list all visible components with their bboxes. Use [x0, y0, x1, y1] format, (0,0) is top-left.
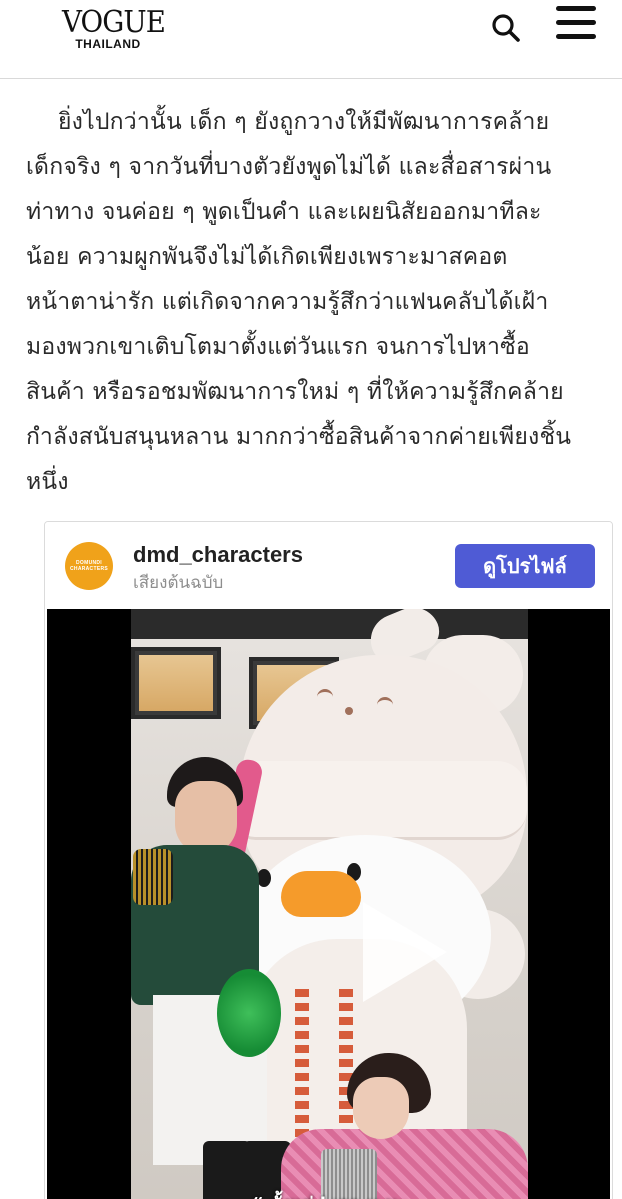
account-username[interactable]: dmd_characters: [133, 542, 303, 568]
article-line: หน้าตาน่ารัก แต่เกิดจากความรู้สึกว่าแฟนค…: [26, 289, 549, 315]
article-body: ยิ่งไปกว่านั้น เด็ก ๆ ยังถูกวางให้มีพัฒน…: [26, 100, 601, 505]
article-line: กำลังสนับสนุนหลาน มากกว่าซื้อสินค้าจากค่…: [26, 424, 572, 450]
logo-wordmark: VOGUE: [62, 5, 166, 40]
article-line: ท่าทาง จนค่อย ๆ พูดเป็นคำ และเผยนิสัยออก…: [26, 199, 542, 225]
vogue-thailand-logo[interactable]: VOGUE THAILAND: [58, 5, 166, 51]
video-scene-window: [131, 647, 221, 719]
article-line: หนึ่ง: [26, 469, 69, 495]
page: VOGUE THAILAND ยิ่งไปกว่านั้น เด็ก ๆ ยัง…: [0, 0, 622, 1199]
article-line: สินค้า หรือรอชมพัฒนาการใหม่ ๆ ที่ให้ความ…: [26, 379, 564, 405]
duck-eye: [257, 869, 271, 887]
person-face: [353, 1077, 409, 1139]
search-icon: [492, 14, 520, 42]
article-line: ยิ่งไปกว่านั้น เด็ก ๆ ยังถูกวางให้มีพัฒน…: [58, 109, 550, 135]
article-line: มองพวกเขาเติบโตมาตั้งแต่วันแรก จนการไปหา…: [26, 334, 530, 360]
video-player[interactable]: “ ตั้งแต่ i เจอ u นะ: [47, 609, 610, 1199]
site-header: VOGUE THAILAND: [0, 0, 622, 79]
duck-beak: [281, 871, 361, 917]
green-pompom: [217, 969, 281, 1057]
mascot-nose: [345, 707, 353, 715]
play-icon[interactable]: [363, 902, 447, 1002]
mascot-headband: [227, 761, 527, 840]
view-profile-button[interactable]: ดูโปรไฟล์: [455, 544, 595, 588]
search-button[interactable]: [490, 12, 522, 44]
video-frame: “ ตั้งแต่ i เจอ u นะ: [131, 609, 528, 1199]
audio-subtitle[interactable]: เสียงต้นฉบับ: [133, 569, 223, 596]
menu-button[interactable]: [556, 6, 598, 46]
person-epaulette: [133, 849, 173, 905]
instagram-embed: DOMUNDI CHARACTERS dmd_characters เสียงต…: [44, 521, 613, 1199]
article-paragraph: ยิ่งไปกว่านั้น เด็ก ๆ ยังถูกวางให้มีพัฒน…: [26, 100, 601, 505]
embed-header: DOMUNDI CHARACTERS dmd_characters เสียงต…: [45, 522, 612, 610]
avatar[interactable]: DOMUNDI CHARACTERS: [65, 542, 113, 590]
video-caption: “ ตั้งแต่ i เจอ u นะ: [131, 1189, 528, 1199]
hamburger-menu-icon: [556, 6, 598, 39]
article-line: เด็กจริง ๆ จากวันที่บางตัวยังพูดไม่ได้ แ…: [26, 154, 552, 180]
article-line: น้อย ความผูกพันจึงไม่ได้เกิดเพียงเพราะมา…: [26, 244, 508, 270]
person-face: [175, 781, 237, 855]
avatar-label: CHARACTERS: [70, 566, 108, 572]
